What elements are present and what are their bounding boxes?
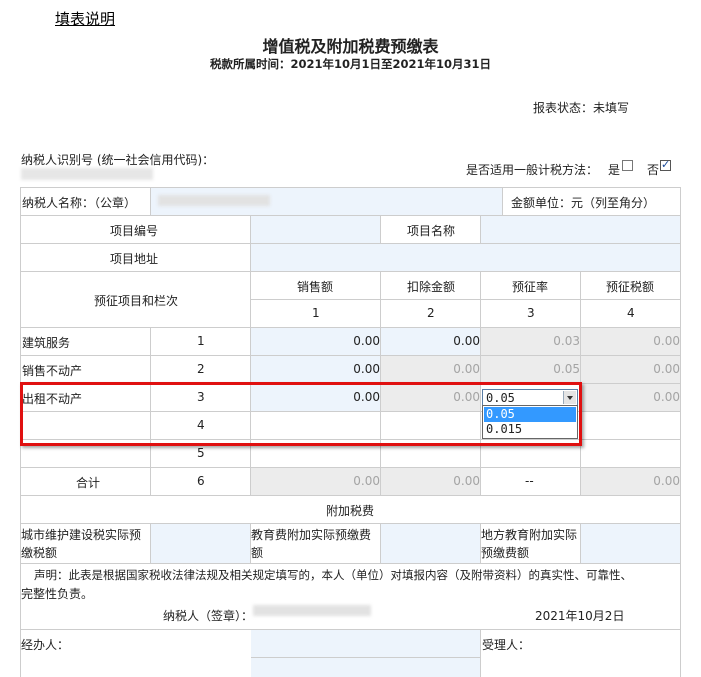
surcharge-title: 附加税费 bbox=[326, 504, 375, 518]
col-number-2: 2 bbox=[427, 306, 435, 320]
project-address-input[interactable] bbox=[251, 243, 681, 271]
col-header-deduct: 扣除金额 bbox=[407, 280, 456, 294]
report-status: 报表状态：未填写 bbox=[533, 101, 630, 115]
row2-deduct-value: 0.00 bbox=[453, 362, 480, 376]
urban-tax-input[interactable] bbox=[151, 523, 251, 563]
edu-fee-input[interactable] bbox=[381, 523, 481, 563]
yes-label: 是 bbox=[608, 163, 621, 177]
local-edu-fee-label-line2: 预缴费额 bbox=[481, 546, 530, 560]
project-address-label: 项目地址 bbox=[110, 252, 159, 266]
row3-sales-value: 0.00 bbox=[353, 390, 380, 404]
dropdown-arrow-icon[interactable] bbox=[563, 391, 576, 404]
total-tax-value: 0.00 bbox=[653, 474, 680, 488]
project-name-label: 项目名称 bbox=[407, 224, 456, 238]
general-method-label: 是否适用一般计税方法： bbox=[466, 163, 599, 177]
handler-input[interactable] bbox=[251, 629, 480, 657]
col-number-1: 1 bbox=[312, 306, 320, 320]
help-link[interactable]: 填表说明 bbox=[55, 8, 115, 29]
rate-option[interactable]: 0.015 bbox=[484, 422, 576, 437]
general-method-yes-checkbox[interactable] bbox=[622, 160, 633, 171]
row1-sales-value: 0.00 bbox=[353, 334, 380, 348]
total-rate-value: -- bbox=[525, 474, 534, 488]
row5-number: 5 bbox=[197, 446, 205, 460]
item-header: 预征项目和栏次 bbox=[94, 294, 179, 308]
handler-extra-input[interactable] bbox=[251, 657, 480, 677]
row1-tax-value: 0.00 bbox=[653, 334, 680, 348]
col-number-4: 4 bbox=[627, 306, 635, 320]
checkmark-icon: ✓ bbox=[661, 158, 671, 171]
signature-label: 纳税人（签章）： bbox=[163, 609, 254, 623]
total-deduct-value: 0.00 bbox=[453, 474, 480, 488]
rate-option[interactable]: 0.05 bbox=[484, 407, 576, 422]
edu-fee-label-line1: 教育费附加实际预缴费 bbox=[251, 528, 372, 542]
row2-number: 2 bbox=[197, 362, 205, 376]
row3-deduct-value: 0.00 bbox=[453, 390, 480, 404]
general-method-no-checkbox[interactable]: ✓ bbox=[660, 158, 671, 171]
total-sales-value: 0.00 bbox=[353, 474, 380, 488]
declaration-line1: 声明：此表是根据国家税收法律法规及相关规定填写的，本人（单位）对填报内容（及附带… bbox=[34, 568, 632, 582]
row2-label: 销售不动产 bbox=[22, 364, 83, 378]
row3-number: 3 bbox=[197, 390, 205, 404]
taxpayer-id-redacted bbox=[21, 168, 153, 180]
taxpayer-name-redacted bbox=[158, 195, 270, 206]
row4-number: 4 bbox=[197, 418, 205, 432]
total-number: 6 bbox=[197, 474, 205, 488]
row3-rate-select[interactable]: 0.05 bbox=[482, 389, 578, 406]
rate-dropdown-list: 0.05 0.015 bbox=[482, 405, 578, 439]
row2-sales-value: 0.00 bbox=[353, 362, 380, 376]
total-label: 合计 bbox=[76, 476, 101, 490]
project-number-label: 项目编号 bbox=[110, 224, 159, 238]
col-header-rate: 预征率 bbox=[512, 280, 549, 294]
urban-tax-label-line1: 城市维护建设税实际预 bbox=[21, 528, 142, 542]
declaration-date: 2021年10月2日 bbox=[535, 609, 625, 623]
local-edu-fee-input[interactable] bbox=[581, 523, 681, 563]
row2-tax-value: 0.00 bbox=[653, 362, 680, 376]
project-number-input[interactable] bbox=[251, 215, 380, 243]
row1-rate-value: 0.03 bbox=[553, 334, 580, 348]
tax-period: 税款所属时间：2021年10月1日至2021年10月31日 bbox=[209, 57, 492, 71]
row2-rate-value: 0.05 bbox=[553, 362, 580, 376]
row3-label: 出租不动产 bbox=[22, 392, 83, 406]
urban-tax-label-line2: 缴税额 bbox=[21, 546, 58, 560]
project-name-input[interactable] bbox=[481, 215, 681, 243]
declaration-line2: 完整性负责。 bbox=[21, 587, 94, 601]
row3-tax-value: 0.00 bbox=[653, 390, 680, 404]
taxpayer-name-label: 纳税人名称：（公章） bbox=[22, 196, 137, 210]
form-title: 增值税及附加税费预缴表 bbox=[262, 37, 439, 56]
row1-deduct-value: 0.00 bbox=[453, 334, 480, 348]
local-edu-fee-label-line1: 地方教育附加实际 bbox=[481, 528, 578, 542]
row1-number: 1 bbox=[197, 334, 205, 348]
receiver-label: 受理人： bbox=[482, 638, 531, 652]
row1-label: 建筑服务 bbox=[22, 336, 71, 350]
rate-select-value: 0.05 bbox=[486, 391, 515, 405]
col-number-3: 3 bbox=[527, 306, 535, 320]
signature-redacted bbox=[253, 605, 371, 616]
taxpayer-id-label: 纳税人识别号 (统一社会信用代码)： bbox=[21, 153, 215, 167]
handler-label: 经办人： bbox=[21, 638, 70, 652]
amount-unit-label: 金额单位：元（列至角分） bbox=[511, 196, 656, 210]
no-label: 否 bbox=[647, 163, 660, 177]
edu-fee-label-line2: 额 bbox=[251, 546, 264, 560]
col-header-tax: 预征税额 bbox=[606, 280, 655, 294]
col-header-sales: 销售额 bbox=[297, 280, 334, 294]
